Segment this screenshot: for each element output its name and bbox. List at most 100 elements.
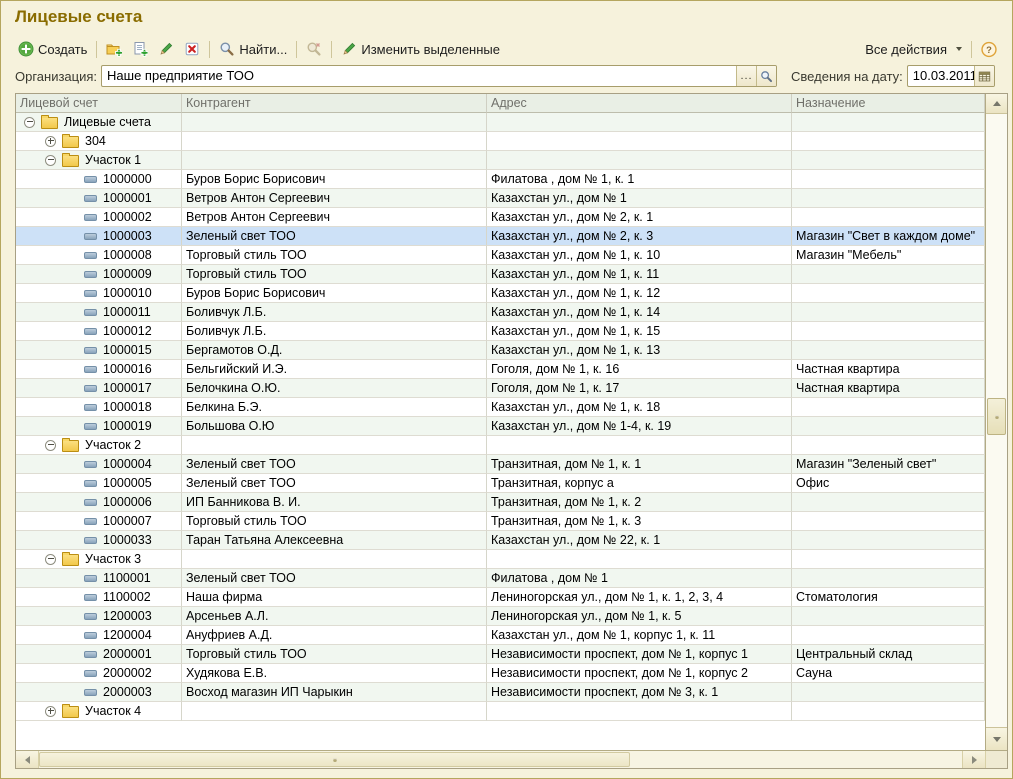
edit-selected-button[interactable]: Изменить выделенные bbox=[336, 38, 505, 60]
purpose-cell bbox=[792, 132, 985, 151]
page-title: Лицевые счета bbox=[15, 7, 142, 27]
address-cell: Лениногорская ул., дом № 1, к. 5 bbox=[487, 607, 792, 626]
scroll-down-button[interactable] bbox=[986, 727, 1007, 750]
help-button[interactable]: ? bbox=[976, 38, 1002, 60]
collapse-node-icon[interactable] bbox=[24, 117, 35, 128]
organization-search-button[interactable] bbox=[756, 66, 776, 86]
account-row[interactable]: 1000003Зеленый свет ТООКазахстан ул., до… bbox=[16, 227, 985, 246]
account-row[interactable]: 1000011Боливчук Л.Б.Казахстан ул., дом №… bbox=[16, 303, 985, 322]
contragent-cell: Буров Борис Борисович bbox=[182, 170, 487, 189]
delete-icon bbox=[184, 41, 200, 57]
delete-button[interactable] bbox=[179, 38, 205, 60]
tree-group-row[interactable]: Участок 1 bbox=[16, 151, 985, 170]
scroll-right-button[interactable] bbox=[962, 751, 986, 768]
purpose-cell bbox=[792, 607, 985, 626]
account-item-icon bbox=[84, 271, 97, 278]
account-row[interactable]: 1000008Торговый стиль ТООКазахстан ул., … bbox=[16, 246, 985, 265]
collapse-node-icon[interactable] bbox=[45, 440, 56, 451]
horizontal-scrollbar[interactable] bbox=[16, 750, 1007, 768]
account-row[interactable]: 1000009Торговый стиль ТООКазахстан ул., … bbox=[16, 265, 985, 284]
organization-value[interactable]: Наше предприятие ТОО bbox=[102, 66, 736, 86]
purpose-cell: Магазин "Мебель" bbox=[792, 246, 985, 265]
expand-node-icon[interactable] bbox=[45, 706, 56, 717]
column-header-account[interactable]: Лицевой счет bbox=[16, 94, 182, 113]
collapse-node-icon[interactable] bbox=[45, 554, 56, 565]
accounts-table: Лицевой счет Контрагент Адрес Назначение… bbox=[15, 93, 1008, 769]
organization-ellipsis-button[interactable]: ... bbox=[736, 66, 756, 86]
vertical-scrollbar[interactable] bbox=[985, 94, 1007, 750]
tree-group-row[interactable]: Участок 3 bbox=[16, 550, 985, 569]
tree-group-row[interactable]: Участок 2 bbox=[16, 436, 985, 455]
account-row[interactable]: 1000015Бергамотов О.Д.Казахстан ул., дом… bbox=[16, 341, 985, 360]
tree-group-row[interactable]: Участок 4 bbox=[16, 702, 985, 721]
account-row[interactable]: 1000012Боливчук Л.Б.Казахстан ул., дом №… bbox=[16, 322, 985, 341]
account-number: 1000008 bbox=[103, 248, 152, 262]
account-row[interactable]: 1000010Буров Борис БорисовичКазахстан ул… bbox=[16, 284, 985, 303]
account-row[interactable]: 2000001Торговый стиль ТООНезависимости п… bbox=[16, 645, 985, 664]
all-actions-button[interactable]: Все действия bbox=[860, 39, 967, 60]
account-cell: 1000003 bbox=[16, 227, 182, 246]
account-row[interactable]: 1000004Зеленый свет ТООТранзитная, дом №… bbox=[16, 455, 985, 474]
arrow-left-icon bbox=[25, 756, 30, 764]
address-cell: Казахстан ул., дом № 1, к. 11 bbox=[487, 265, 792, 284]
account-row[interactable]: 1000001Ветров Антон СергеевичКазахстан у… bbox=[16, 189, 985, 208]
account-row[interactable]: 1200003Арсеньев А.Л.Лениногорская ул., д… bbox=[16, 607, 985, 626]
account-row[interactable]: 1000017Белочкина О.Ю.Гоголя, дом № 1, к.… bbox=[16, 379, 985, 398]
purpose-cell: Частная квартира bbox=[792, 379, 985, 398]
address-cell: Казахстан ул., дом № 22, к. 1 bbox=[487, 531, 792, 550]
account-row[interactable]: 2000002Худякова Е.В.Независимости проспе… bbox=[16, 664, 985, 683]
purpose-cell bbox=[792, 189, 985, 208]
calendar-button[interactable] bbox=[974, 66, 994, 86]
clear-search-button[interactable] bbox=[301, 38, 327, 60]
account-item-icon bbox=[84, 404, 97, 411]
date-field[interactable]: 10.03.2011 bbox=[907, 65, 995, 87]
vertical-scroll-track[interactable] bbox=[986, 114, 1007, 727]
account-row[interactable]: 2000003Восход магазин ИП ЧарыкинНезависи… bbox=[16, 683, 985, 702]
column-header-purpose[interactable]: Назначение bbox=[792, 94, 985, 113]
expand-node-icon[interactable] bbox=[45, 136, 56, 147]
contragent-cell: Торговый стиль ТОО bbox=[182, 246, 487, 265]
toolbar: Создать Найти... Из bbox=[13, 37, 1002, 61]
account-row[interactable]: 1000000Буров Борис БорисовичФилатова , д… bbox=[16, 170, 985, 189]
column-header-contragent[interactable]: Контрагент bbox=[182, 94, 487, 113]
account-row[interactable]: 1000016Бельгийский И.Э.Гоголя, дом № 1, … bbox=[16, 360, 985, 379]
horizontal-scroll-track[interactable] bbox=[39, 751, 962, 768]
account-row[interactable]: 1000007Торговый стиль ТООТранзитная, дом… bbox=[16, 512, 985, 531]
contragent-cell: Зеленый свет ТОО bbox=[182, 474, 487, 493]
account-row[interactable]: 1200004Ануфриев А.Д.Казахстан ул., дом №… bbox=[16, 626, 985, 645]
create-button[interactable]: Создать bbox=[13, 38, 92, 60]
organization-field[interactable]: Наше предприятие ТОО ... bbox=[101, 65, 777, 87]
collapse-node-icon[interactable] bbox=[45, 155, 56, 166]
vertical-scroll-thumb[interactable] bbox=[987, 398, 1006, 435]
scroll-up-button[interactable] bbox=[986, 94, 1007, 114]
tree-group-row[interactable]: 304 bbox=[16, 132, 985, 151]
edit-button[interactable] bbox=[153, 38, 179, 60]
find-button[interactable]: Найти... bbox=[214, 38, 292, 60]
tree-group-row[interactable]: Лицевые счета bbox=[16, 113, 985, 132]
account-row[interactable]: 1000018Белкина Б.Э.Казахстан ул., дом № … bbox=[16, 398, 985, 417]
account-item-icon bbox=[84, 689, 97, 696]
contragent-cell bbox=[182, 550, 487, 569]
account-row[interactable]: 1100002Наша фирмаЛениногорская ул., дом … bbox=[16, 588, 985, 607]
account-item-icon bbox=[84, 347, 97, 354]
date-value[interactable]: 10.03.2011 bbox=[908, 66, 974, 86]
horizontal-scroll-thumb[interactable] bbox=[39, 752, 630, 767]
account-cell: Участок 2 bbox=[16, 436, 182, 455]
scroll-left-button[interactable] bbox=[16, 751, 39, 768]
account-row[interactable]: 1000019Большова О.ЮКазахстан ул., дом № … bbox=[16, 417, 985, 436]
account-row[interactable]: 1000006ИП Банникова В. И.Транзитная, дом… bbox=[16, 493, 985, 512]
address-cell: Транзитная, дом № 1, к. 1 bbox=[487, 455, 792, 474]
account-item-icon bbox=[84, 366, 97, 373]
address-cell: Независимости проспект, дом № 3, к. 1 bbox=[487, 683, 792, 702]
column-header-address[interactable]: Адрес bbox=[487, 94, 792, 113]
account-row[interactable]: 1000005Зеленый свет ТООТранзитная, корпу… bbox=[16, 474, 985, 493]
purpose-cell bbox=[792, 550, 985, 569]
purpose-cell bbox=[792, 417, 985, 436]
account-cell: Участок 4 bbox=[16, 702, 182, 721]
account-row[interactable]: 1100001Зеленый свет ТООФилатова , дом № … bbox=[16, 569, 985, 588]
account-row[interactable]: 1000033Таран Татьяна АлексеевнаКазахстан… bbox=[16, 531, 985, 550]
account-row[interactable]: 1000002Ветров Антон СергеевичКазахстан у… bbox=[16, 208, 985, 227]
copy-button[interactable] bbox=[127, 38, 153, 60]
edit-pencil-icon bbox=[158, 41, 174, 57]
add-group-button[interactable] bbox=[101, 38, 127, 60]
